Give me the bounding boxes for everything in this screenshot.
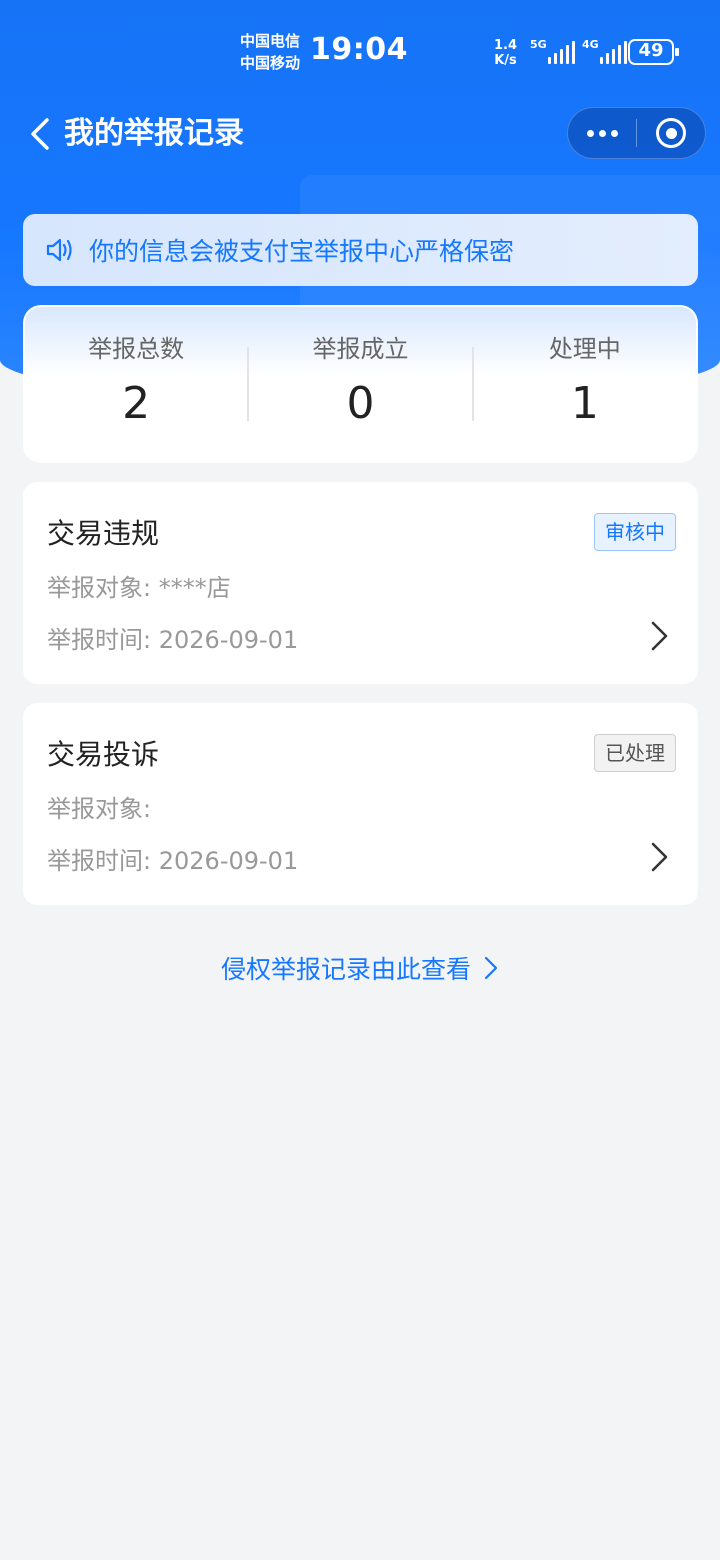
network-speed-unit: K/s (494, 53, 517, 68)
stat-total-label: 举报总数 (88, 335, 185, 363)
back-button[interactable] (20, 112, 60, 156)
record-target-label: 举报对象: (47, 574, 152, 602)
stat-total: 举报总数 2 (25, 307, 247, 461)
record-target-label: 举报对象: (47, 795, 152, 823)
carrier-1: 中国电信 (240, 32, 301, 50)
stat-processing-value: 1 (570, 378, 599, 429)
target-circle-icon (656, 118, 686, 148)
stat-processing-label: 处理中 (548, 335, 621, 363)
carrier-2: 中国移动 (240, 54, 301, 72)
record-target-value: ****店 (158, 574, 231, 602)
signal-4g-icon: 4G (582, 38, 627, 64)
close-mini-program-button[interactable] (637, 108, 705, 158)
speaker-icon (45, 235, 75, 265)
status-badge: 审核中 (594, 513, 676, 551)
record-time-label: 举报时间: (47, 847, 152, 875)
status-badge: 已处理 (594, 734, 676, 772)
signal-5g-icon: 5G (530, 38, 575, 64)
record-time-value: 2026-09-01 (158, 626, 299, 654)
battery-icon: 49 (628, 39, 679, 65)
privacy-notice: 你的信息会被支付宝举报中心严格保密 (23, 214, 698, 286)
record-time-label: 举报时间: (47, 626, 152, 654)
stat-established-label: 举报成立 (312, 335, 409, 363)
record-time: 举报时间: 2026-09-01 (47, 841, 298, 876)
carrier-labels: 中国电信 中国移动 (240, 30, 300, 74)
signal-5g-label: 5G (530, 38, 547, 51)
report-stats-card: 举报总数 2 举报成立 0 处理中 1 (23, 305, 698, 463)
mini-program-capsule (567, 107, 706, 159)
clock: 19:04 (310, 32, 408, 67)
privacy-notice-text: 你的信息会被支付宝举报中心严格保密 (89, 237, 515, 266)
stat-total-value: 2 (122, 378, 151, 429)
stat-processing: 处理中 1 (474, 307, 696, 461)
record-time-value: 2026-09-01 (158, 847, 299, 875)
page-title: 我的举报记录 (64, 116, 244, 151)
stat-established-value: 0 (346, 378, 375, 429)
chevron-left-icon (31, 118, 49, 150)
chevron-right-icon (651, 842, 668, 872)
record-title: 交易违规 (47, 517, 160, 550)
report-record-card[interactable]: 交易投诉 已处理 举报对象: 举报时间: 2026-09-01 (23, 703, 698, 905)
report-record-card[interactable]: 交易违规 审核中 举报对象: ****店 举报时间: 2026-09-01 (23, 482, 698, 684)
infringement-records-link-text: 侵权举报记录由此查看 (221, 955, 472, 984)
stat-established: 举报成立 0 (249, 307, 471, 461)
status-bar: 中国电信 中国移动 19:04 1.4 K/s 5G 4G 49 (0, 0, 720, 100)
infringement-records-link[interactable]: 侵权举报记录由此查看 (0, 950, 720, 986)
network-speed-value: 1.4 (494, 38, 518, 53)
network-speed: 1.4 K/s (494, 38, 517, 68)
record-title: 交易投诉 (47, 738, 160, 771)
chevron-right-icon (651, 621, 668, 651)
record-time: 举报时间: 2026-09-01 (47, 620, 298, 655)
chevron-right-icon (484, 956, 498, 980)
record-target: 举报对象: (47, 789, 151, 824)
record-target: 举报对象: ****店 (47, 568, 231, 603)
more-dots-icon (586, 129, 594, 137)
signal-4g-label: 4G (582, 38, 599, 51)
more-button[interactable] (568, 108, 636, 158)
